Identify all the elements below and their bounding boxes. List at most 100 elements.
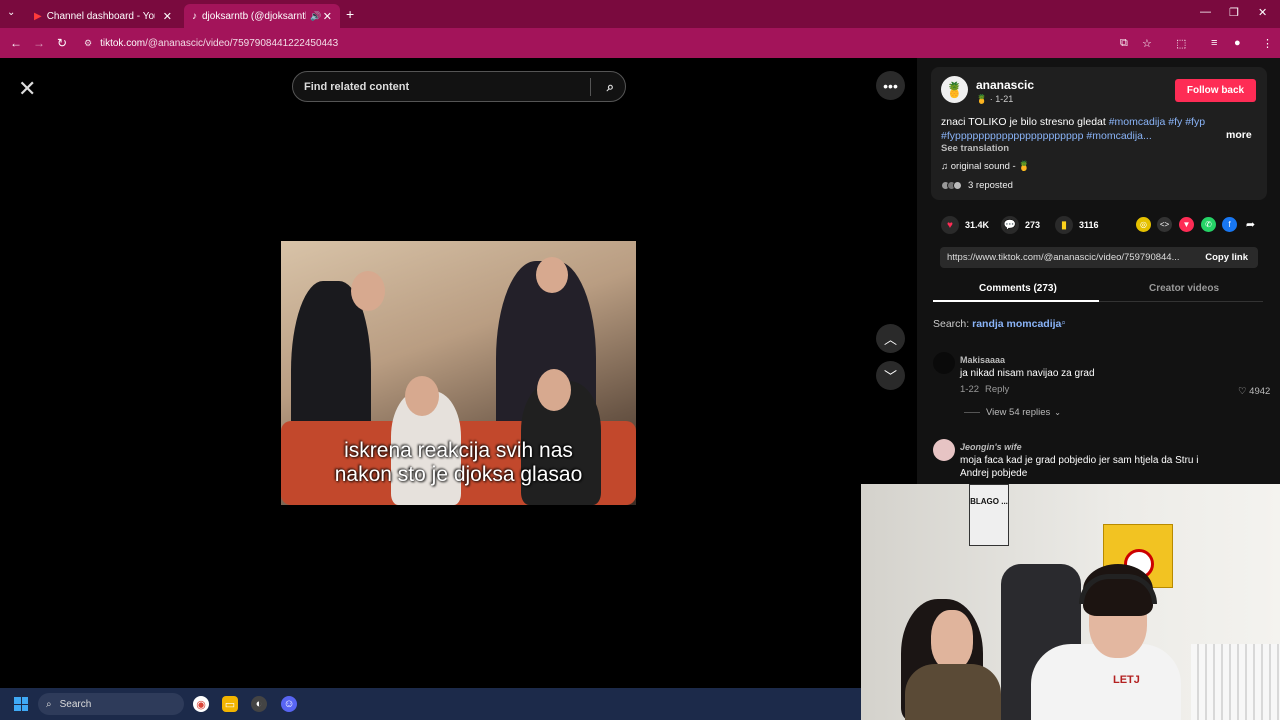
comment-like-button[interactable]: ♡ 4942 — [1238, 386, 1270, 397]
minimize-button[interactable]: — — [1200, 6, 1211, 18]
new-tab-button[interactable]: + — [346, 6, 354, 22]
speaker-icon[interactable]: 🔊 — [310, 11, 321, 22]
bookmark-icon: ▮ — [1055, 216, 1073, 234]
search-icon: ⌕ — [46, 698, 52, 710]
heart-outline-icon: ♡ — [1238, 386, 1247, 397]
radiator — [1191, 644, 1280, 720]
reply-line — [964, 412, 980, 413]
hashtag-link[interactable]: #fypppppppppppppppppppppp — [941, 130, 1083, 142]
comment-author[interactable]: Makisaaaa — [960, 355, 1005, 365]
browser-toolbar: ← → ↻ ⚙ tiktok.com /@ananascic/video/759… — [0, 28, 1280, 58]
like-count: 31.4K — [965, 220, 990, 230]
next-video-button[interactable]: ﹀ — [876, 361, 905, 390]
coin-share-icon[interactable]: ◎ — [1136, 217, 1151, 232]
forward-icon[interactable]: → — [33, 36, 45, 50]
video-link-box[interactable]: https://www.tiktok.com/@ananascic/video/… — [940, 247, 1258, 268]
comment-text: ja nikad nisam navijao za grad — [960, 368, 1095, 379]
description-more-link[interactable]: more — [1226, 129, 1252, 141]
comment-button[interactable]: 💬 273 — [1001, 216, 1040, 234]
comment-count: 273 — [1025, 220, 1041, 230]
comment-date: 1-22 — [960, 384, 980, 395]
search-placeholder: Find related content — [304, 80, 410, 93]
reposted-label: 3 reposted — [968, 180, 1013, 191]
obs-icon[interactable]: ◐ — [251, 696, 267, 712]
active-tab-indicator — [933, 300, 1099, 302]
streamer-face — [931, 610, 973, 670]
reload-icon[interactable]: ↻ — [57, 36, 67, 50]
windows-start-icon[interactable] — [14, 697, 28, 711]
hashtag-link[interactable]: #fy — [1168, 116, 1182, 128]
browser-tab-tiktok[interactable]: ♪ djoksarntb (@djoksarntb) | 🔊 ✕ — [184, 4, 340, 28]
comment-icon: 💬 — [1001, 216, 1019, 234]
site-info-icon[interactable]: ⚙ — [84, 38, 92, 49]
save-button[interactable]: ▮ 3116 — [1055, 216, 1099, 234]
file-explorer-icon[interactable]: ▭ — [222, 696, 238, 712]
back-icon[interactable]: ← — [10, 36, 22, 50]
related-content-search[interactable]: Find related content ⌕ — [292, 71, 626, 102]
wall-poster: BLAGO ... — [969, 484, 1009, 546]
follow-back-button[interactable]: Follow back — [1175, 79, 1256, 102]
install-app-icon[interactable]: ⧉ — [1120, 37, 1128, 50]
see-translation-link[interactable]: See translation — [941, 143, 1009, 154]
hashtag-link[interactable]: #fyp — [1185, 116, 1205, 128]
taskbar-search[interactable]: ⌕ Search — [38, 693, 184, 715]
description-text: znaci TOLIKO je bilo stresno gledat — [941, 116, 1106, 128]
tiktok-icon: ♪ — [192, 10, 197, 22]
tab-creator-videos[interactable]: Creator videos — [1149, 283, 1219, 294]
person-face — [536, 257, 568, 293]
embed-icon[interactable]: <> — [1157, 217, 1172, 232]
comment-author[interactable]: Jeongin's wife — [960, 442, 1022, 452]
profile-avatar[interactable]: ● — [1234, 37, 1241, 49]
streamer-body — [905, 664, 1001, 720]
close-window-button[interactable]: ✕ — [1258, 6, 1267, 19]
tab-comments[interactable]: Comments (273) — [979, 283, 1057, 294]
tab-close-icon[interactable]: ✕ — [323, 10, 332, 23]
hashtag-link[interactable]: #momcadija... — [1086, 130, 1151, 142]
more-options-button[interactable]: ••• — [876, 71, 905, 100]
copy-link-button[interactable]: Copy link — [1205, 252, 1248, 263]
tab-search-icon[interactable]: ⌄ — [7, 7, 15, 18]
author-name[interactable]: ananascic — [976, 78, 1034, 92]
chrome-icon[interactable]: ◉ — [193, 696, 209, 712]
tab-close-icon[interactable]: ✕ — [163, 10, 172, 23]
share-arrow-icon[interactable]: ➦ — [1243, 217, 1258, 232]
send-icon[interactable]: ▼ — [1179, 217, 1194, 232]
whatsapp-icon[interactable]: ✆ — [1201, 217, 1216, 232]
reply-button[interactable]: Reply — [985, 384, 1009, 395]
taskbar-search-label: Search — [59, 698, 92, 710]
like-button[interactable]: ♥ 31.4K — [941, 216, 989, 234]
close-video-icon[interactable]: ✕ — [18, 76, 36, 102]
hashtag-link[interactable]: #momcadija — [1109, 116, 1166, 128]
windows-taskbar: ⌕ Search ◉ ▭ ◐ ☺ — [0, 688, 861, 720]
search-suggestion[interactable]: Search: randja momcadija⌕ — [933, 318, 1066, 330]
comment-avatar[interactable] — [933, 352, 955, 374]
shirt-print: LETJ — [1113, 674, 1140, 686]
search-suggestion-query[interactable]: randja momcadija — [972, 318, 1061, 330]
extensions-icon[interactable]: ⬚ — [1176, 37, 1186, 50]
avatar — [953, 181, 962, 190]
author-avatar[interactable]: 🍍 — [941, 76, 968, 103]
media-icon[interactable]: ≡ — [1211, 37, 1217, 49]
maximize-button[interactable]: ❐ — [1229, 6, 1239, 19]
discord-icon[interactable]: ☺ — [281, 696, 297, 712]
chevron-up-icon: ︿ — [883, 332, 897, 347]
comment-text-line: Andrej pobjede — [960, 468, 1028, 479]
person-face — [537, 369, 571, 411]
youtube-icon: ▶ — [34, 10, 42, 22]
chevron-down-icon: ⌄ — [1054, 408, 1061, 417]
search-icon[interactable]: ⌕ — [607, 79, 614, 95]
caption-line: iskrena reakcija svih nas — [344, 439, 573, 462]
facebook-icon[interactable]: f — [1222, 217, 1237, 232]
comment-avatar[interactable] — [933, 439, 955, 461]
bookmark-star-icon[interactable]: ☆ — [1142, 37, 1152, 50]
menu-kebab-icon[interactable]: ⋮ — [1262, 37, 1273, 50]
original-sound-link[interactable]: ♫ original sound - 🍍 — [941, 161, 1030, 172]
view-replies-button[interactable]: View 54 replies ⌄ — [964, 407, 1061, 418]
reposted-info[interactable]: 3 reposted — [941, 180, 1013, 191]
video-player[interactable]: iskrena reakcija svih nas nakon sto je d… — [281, 241, 636, 505]
video-caption: iskrena reakcija svih nas nakon sto je d… — [281, 439, 636, 487]
address-bar[interactable]: ⚙ tiktok.com /@ananascic/video/759790844… — [84, 33, 1104, 53]
caption-line: nakon sto je djoksa glasao — [334, 463, 583, 486]
previous-video-button[interactable]: ︿ — [876, 324, 905, 353]
browser-tab-youtube[interactable]: ▶ Channel dashboard - YouTube S ✕ — [26, 4, 180, 28]
